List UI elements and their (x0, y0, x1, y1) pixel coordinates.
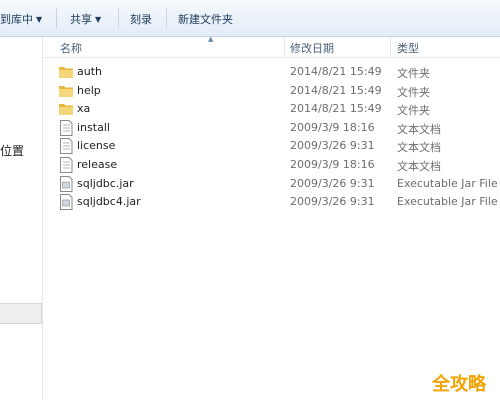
file-name: release (77, 158, 118, 171)
folder-icon (59, 67, 73, 78)
file-name: sqljdbc4.jar (77, 195, 141, 208)
file-name: install (77, 121, 110, 134)
text-document-icon (60, 120, 73, 136)
file-row[interactable]: help 2014/8/21 15:49 文件夹 (44, 82, 500, 100)
file-date: 2009/3/9 18:16 (290, 121, 375, 134)
column-header-type[interactable]: 类型 (397, 40, 419, 56)
include-in-library-button[interactable]: 到库中 ▼ (0, 11, 42, 27)
column-divider[interactable] (390, 37, 391, 57)
toolbar-separator (166, 8, 167, 28)
burn-button[interactable]: 刻录 (130, 11, 152, 27)
sort-up-icon: ▲ (208, 35, 214, 43)
folder-icon (59, 86, 73, 97)
text-document-icon (60, 138, 73, 154)
file-name: xa (77, 102, 91, 115)
include-in-library-label: 到库中 (0, 13, 33, 26)
toolbar-separator (56, 8, 57, 28)
file-row[interactable]: release 2009/3/9 18:16 文本文档 (44, 156, 500, 174)
file-type: 文本文档 (397, 123, 441, 136)
file-type: Executable Jar File (397, 177, 498, 190)
jar-file-icon (60, 194, 73, 210)
file-date: 2014/8/21 15:49 (290, 102, 382, 115)
command-toolbar: 到库中 ▼ 共享 ▼ 刻录 新建文件夹 (0, 0, 500, 37)
file-name: help (77, 84, 101, 97)
new-folder-button[interactable]: 新建文件夹 (178, 11, 233, 27)
file-type: 文本文档 (397, 141, 441, 154)
file-type: 文本文档 (397, 160, 441, 173)
text-document-icon (60, 157, 73, 173)
new-folder-label: 新建文件夹 (178, 13, 233, 26)
file-date: 2009/3/26 9:31 (290, 195, 375, 208)
file-type: 文件夹 (397, 67, 430, 80)
column-divider[interactable] (284, 37, 285, 57)
watermark-logo: 全攻略 (432, 374, 486, 395)
navigation-pane[interactable]: 位置 (0, 37, 43, 400)
file-date: 2009/3/9 18:16 (290, 158, 375, 171)
file-name: auth (77, 65, 102, 78)
file-row[interactable]: sqljdbc.jar 2009/3/26 9:31 Executable Ja… (44, 175, 500, 193)
file-date: 2009/3/26 9:31 (290, 139, 375, 152)
burn-label: 刻录 (130, 13, 152, 26)
chevron-down-icon: ▼ (36, 15, 43, 24)
file-name: license (77, 139, 116, 152)
file-date: 2009/3/26 9:31 (290, 177, 375, 190)
jar-file-icon (60, 176, 73, 192)
column-header-name[interactable]: 名称 (60, 40, 82, 56)
column-header-date[interactable]: 修改日期 (290, 40, 334, 56)
file-row[interactable]: sqljdbc4.jar 2009/3/26 9:31 Executable J… (44, 193, 500, 211)
file-row[interactable]: install 2009/3/9 18:16 文本文档 (44, 119, 500, 137)
chevron-down-icon: ▼ (95, 15, 102, 24)
share-button[interactable]: 共享 ▼ (70, 11, 101, 27)
file-row[interactable]: auth 2014/8/21 15:49 文件夹 (44, 63, 500, 81)
file-type: 文件夹 (397, 86, 430, 99)
file-type: Executable Jar File (397, 195, 498, 208)
file-row[interactable]: license 2009/3/26 9:31 文本文档 (44, 137, 500, 155)
share-label: 共享 (70, 13, 92, 26)
file-row[interactable]: xa 2014/8/21 15:49 文件夹 (44, 100, 500, 118)
file-name: sqljdbc.jar (77, 177, 134, 190)
column-header-row: 名称 ▲ 修改日期 类型 (44, 35, 500, 58)
file-date: 2014/8/21 15:49 (290, 84, 382, 97)
toolbar-separator (118, 8, 119, 28)
nav-item-location[interactable]: 位置 (0, 142, 24, 159)
nav-item-selected[interactable] (0, 303, 42, 324)
file-type: 文件夹 (397, 104, 430, 117)
folder-icon (59, 104, 73, 115)
file-date: 2014/8/21 15:49 (290, 65, 382, 78)
